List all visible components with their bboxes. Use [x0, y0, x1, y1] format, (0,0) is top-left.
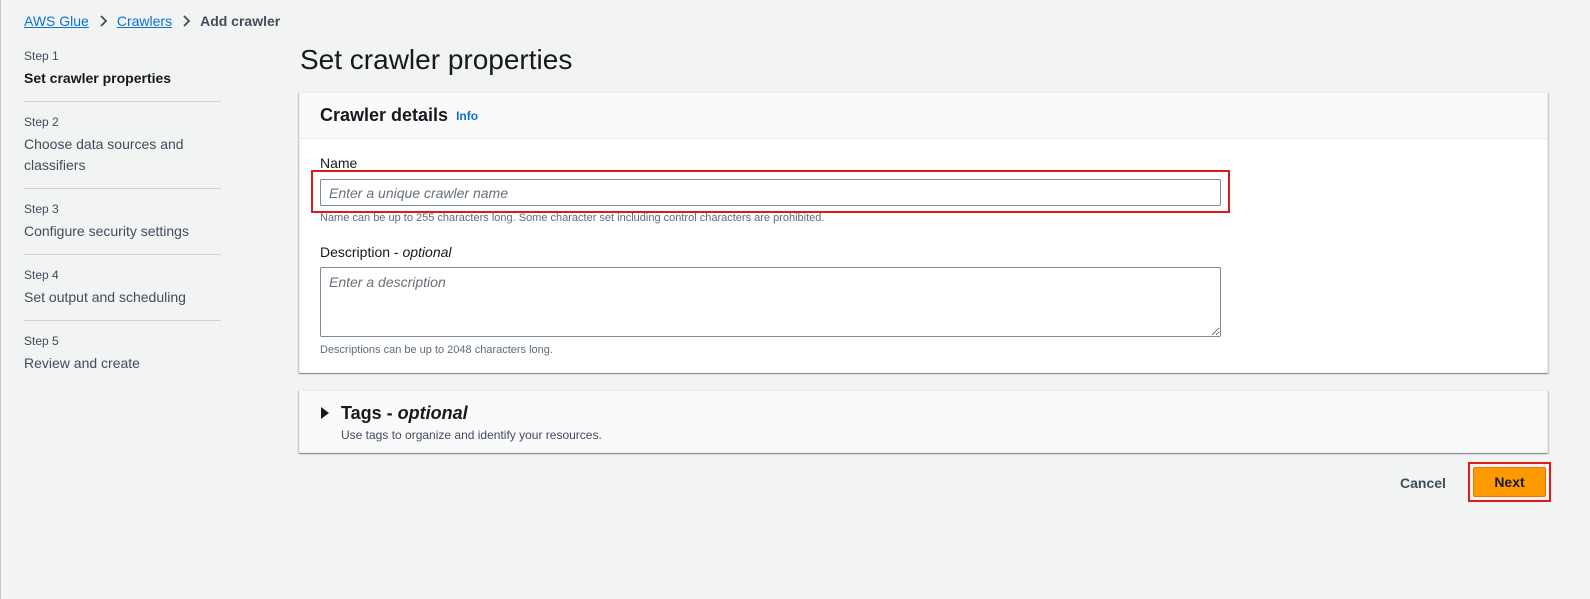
next-button[interactable]: Next [1473, 467, 1546, 497]
step-number: Step 2 [24, 115, 59, 129]
step-1: Step 1 Set crawler properties [24, 48, 221, 102]
step-title: Configure security settings [24, 223, 189, 239]
step-title: Choose data sources and classifiers [24, 136, 184, 173]
breadcrumb-aws-glue[interactable]: AWS Glue [24, 13, 89, 29]
step-number: Step 4 [24, 268, 59, 282]
info-link[interactable]: Info [456, 109, 478, 123]
step-title: Set crawler properties [24, 70, 172, 86]
step-number: Step 3 [24, 202, 59, 216]
step-3: Step 3 Configure security settings [24, 201, 221, 255]
left-border [0, 0, 1, 599]
chevron-right-icon [176, 15, 196, 27]
step-number: Step 5 [24, 334, 59, 348]
tags-subtitle: Use tags to organize and identify your r… [341, 428, 602, 442]
crawler-details-panel: Crawler details Info Name Name can be up… [299, 92, 1548, 373]
cancel-button[interactable]: Cancel [1386, 472, 1460, 494]
step-5: Step 5 Review and create [24, 333, 221, 386]
chevron-right-icon [93, 15, 113, 27]
tags-optional: optional [397, 403, 468, 423]
step-number: Step 1 [24, 49, 59, 63]
description-label: Description - optional [320, 244, 452, 260]
breadcrumb-crawlers[interactable]: Crawlers [117, 13, 172, 29]
name-hint: Name can be up to 255 characters long. S… [320, 212, 825, 224]
crawler-details-header: Crawler details Info [300, 93, 1547, 139]
step-title: Set output and scheduling [24, 289, 186, 305]
breadcrumb-add-crawler: Add crawler [200, 13, 281, 29]
step-title: Review and create [24, 355, 140, 371]
page-title: Set crawler properties [300, 44, 573, 75]
description-textarea[interactable] [320, 267, 1221, 337]
caret-right-icon [321, 407, 329, 419]
add-crawler-page: AWS Glue Crawlers Add crawler Step 1 Set… [0, 0, 1590, 599]
breadcrumb: AWS Glue Crawlers Add crawler [24, 13, 280, 29]
crawler-name-input[interactable] [320, 179, 1221, 206]
name-label: Name [320, 155, 358, 171]
step-2: Step 2 Choose data sources and classifie… [24, 114, 221, 189]
tags-expandable-section[interactable]: Tags - optional Use tags to organize and… [299, 390, 1548, 453]
description-optional: optional [402, 244, 452, 260]
crawler-details-title: Crawler details [320, 105, 449, 125]
wizard-steps: Step 1 Set crawler properties Step 2 Cho… [24, 48, 221, 398]
description-label-text: Description - [320, 244, 403, 260]
tags-title-text: Tags - [341, 403, 398, 423]
description-hint: Descriptions can be up to 2048 character… [320, 344, 553, 356]
step-4: Step 4 Set output and scheduling [24, 267, 221, 321]
tags-title: Tags - optional [341, 403, 468, 424]
